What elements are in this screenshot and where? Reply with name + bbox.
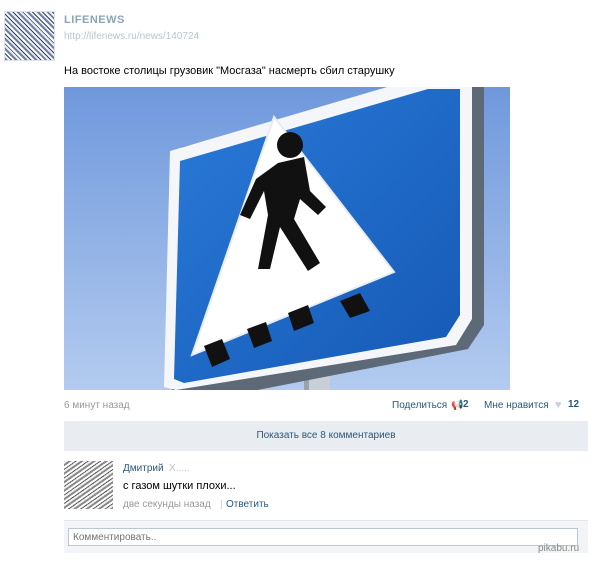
share-count: 2 [463, 399, 469, 410]
megaphone-icon[interactable]: 📢 [451, 400, 463, 411]
watermark: pikabu.ru [538, 543, 580, 554]
post-photo[interactable] [64, 87, 510, 390]
post-text: На востоке столицы грузовик "Мосгаза" на… [64, 65, 395, 77]
group-name[interactable]: LIFENEWS [64, 14, 125, 26]
avatar[interactable] [64, 461, 113, 509]
comment-time[interactable]: две секунды назад [123, 499, 211, 510]
comment-text: с газом шутки плохи... [123, 480, 236, 492]
comment-author-surname[interactable]: Х..... [169, 463, 190, 474]
share-button[interactable]: Поделиться [392, 400, 447, 411]
heart-icon[interactable]: ♥ [555, 399, 562, 411]
source-link[interactable]: http://lifenews.ru/news/140724 [64, 31, 199, 42]
like-button[interactable]: Мне нравится [484, 400, 549, 411]
reply-button[interactable]: Ответить [226, 499, 269, 510]
comment-author[interactable]: Дмитрий [123, 463, 164, 474]
comment-form [64, 520, 588, 553]
comment-input[interactable] [68, 528, 578, 546]
pedestrian-crossing-sign-icon [64, 87, 510, 390]
separator: | [220, 499, 223, 510]
show-all-comments-button[interactable]: Показать все 8 комментариев [64, 421, 588, 451]
like-count: 12 [568, 399, 580, 410]
group-avatar[interactable] [4, 11, 55, 61]
post-time[interactable]: 6 минут назад [64, 400, 130, 411]
